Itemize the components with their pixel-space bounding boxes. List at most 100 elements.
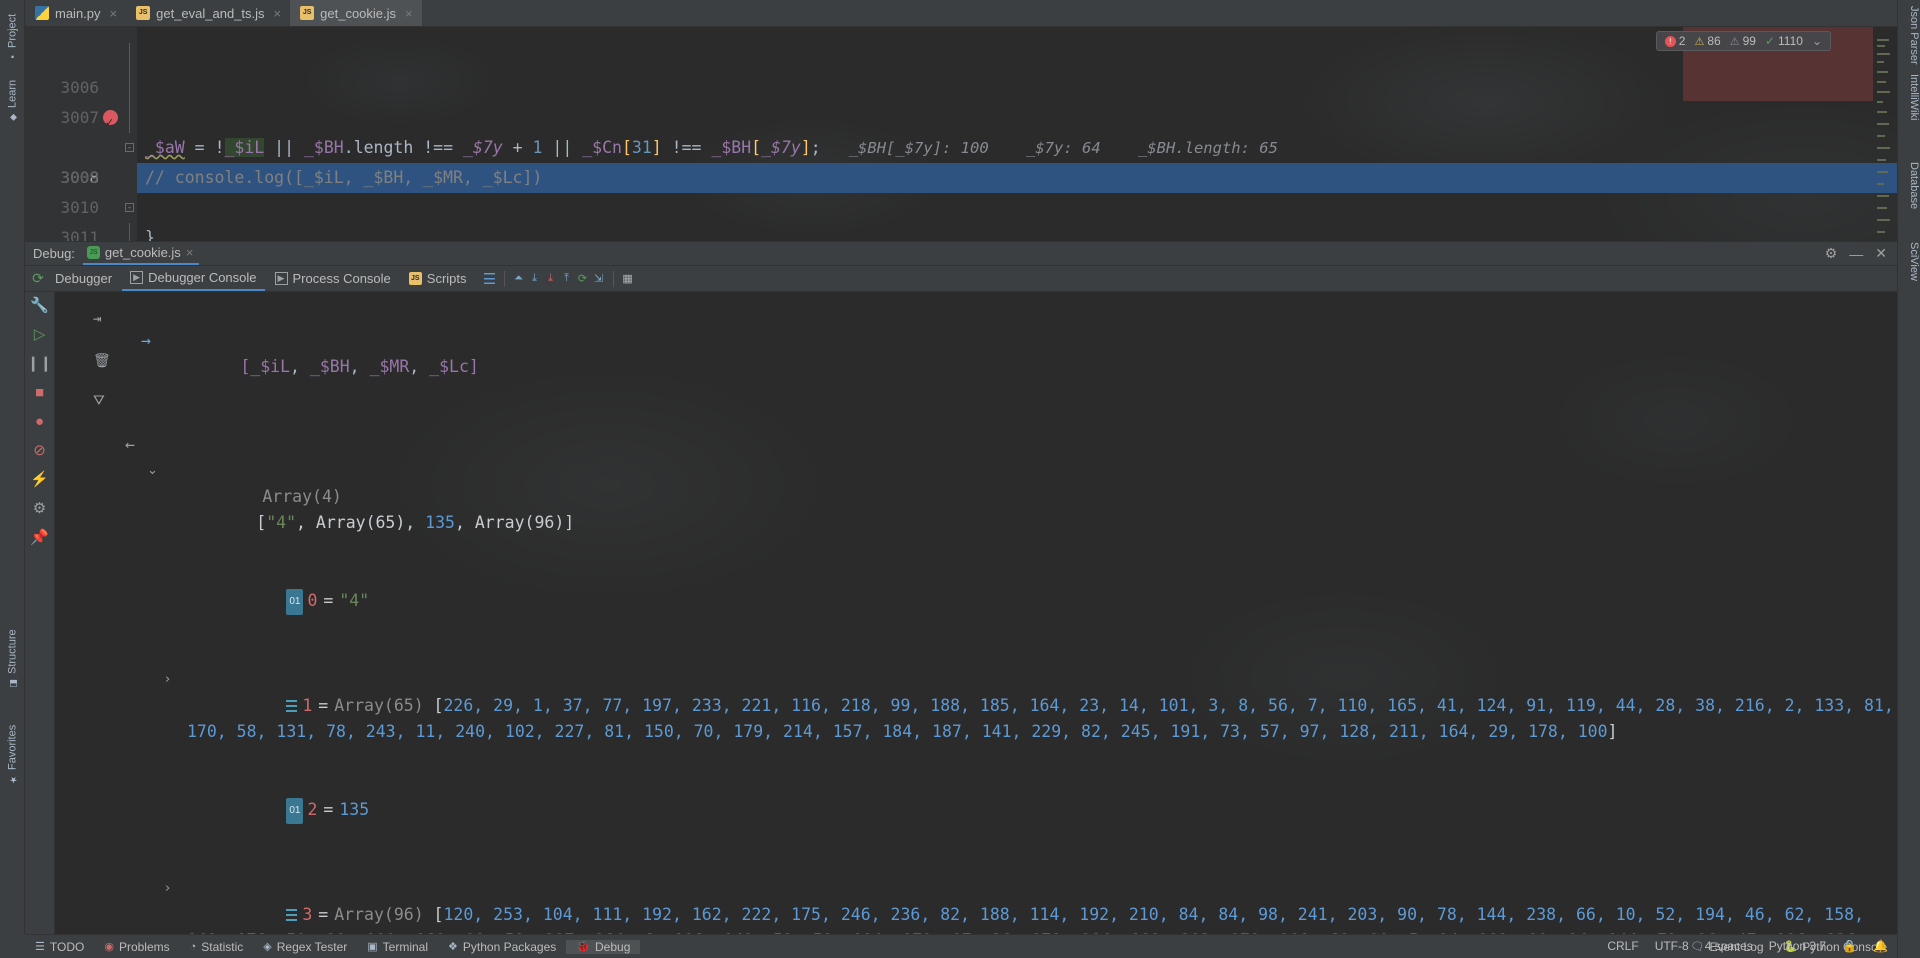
view-breakpoints-icon[interactable]: ● [35, 414, 44, 429]
status-item-python-packages[interactable]: ❖ Python Packages [438, 940, 566, 954]
close-icon[interactable]: × [274, 6, 282, 21]
step-into-icon[interactable]: ⤓ [528, 272, 542, 286]
status-label: Statistic [201, 939, 244, 954]
fold-expand-icon[interactable]: - [125, 203, 134, 212]
inspection-weak-warnings[interactable]: ⚠ 99 [1730, 34, 1756, 48]
gear-icon[interactable]: ⚙ [1825, 245, 1838, 262]
status-item-todo[interactable]: ☰ TODO [25, 940, 94, 954]
lock-icon[interactable]: 🔒 [1842, 939, 1857, 953]
close-icon[interactable]: × [110, 6, 118, 21]
status-item-statistic[interactable]: ◔ Statistic [180, 940, 254, 954]
debugger-console-output[interactable]: ⇥ 🗑 ⛛ → [_$iL, _$BH, _$MR, _$Lc] ← ⌄ Arr… [55, 292, 1897, 934]
minimize-icon[interactable]: — [1849, 246, 1863, 262]
sidebar-item-learn[interactable]: ◆ Learn [0, 66, 25, 124]
sidebar-item-intelliwiki[interactable]: IntelliWiki [1897, 72, 1920, 122]
rail-bottom-filler [0, 934, 25, 958]
console-entry-2[interactable]: 01 2 = 135 [55, 771, 1897, 850]
debug-panel-label: Debug: [33, 246, 75, 261]
code-editor[interactable]: RUSSIA 3005 _$Cn = _$Ha[_$PV[7]](_$7y, 2… [25, 27, 1897, 241]
js-file-icon: JS [408, 272, 422, 285]
console-entry-0[interactable]: 01 0 = "4" [55, 562, 1897, 641]
code-line-3011[interactable]: 3011 - function _$Hn136(_$Cn, _$QE){ [25, 193, 1897, 241]
sidebar-item-label: Project [6, 13, 19, 48]
chevron-right-icon[interactable]: › [165, 667, 170, 693]
console-output-arrow-row: ← [55, 406, 1897, 454]
editor-tab-main-py[interactable]: main.py × [25, 0, 126, 26]
run-to-cursor-icon[interactable]: ⟳ [576, 272, 590, 286]
tab-label: Process Console [292, 271, 391, 286]
debug-session-label: get_cookie.js [104, 245, 181, 260]
typo-icon: ✓ [1764, 34, 1776, 48]
code-line-3007[interactable]: 3007 // console.log([_$iL, _$BH, _$MR, _… [25, 73, 1897, 187]
status-item-debug[interactable]: 🐞 Debug [566, 939, 641, 954]
close-icon[interactable]: × [405, 6, 413, 21]
stop-icon[interactable]: ■ [35, 385, 44, 400]
editor-tab-get-eval-and-ts-js[interactable]: JS get_eval_and_ts.js × [126, 0, 290, 26]
code-line-3006[interactable]: 3006 _$aW = !_$iL || _$BH.length !== _$7… [25, 43, 1897, 157]
chevron-right-icon[interactable]: › [165, 876, 170, 902]
chevron-down-icon[interactable]: ⌄ [1812, 34, 1822, 48]
editor-tab-get-cookie-js[interactable]: JS get_cookie.js × [290, 0, 422, 26]
sidebar-item-database[interactable]: Database [1897, 160, 1920, 211]
tab-scripts[interactable]: JS Scripts [401, 267, 475, 290]
code-line-partial: 3005 _$Cn = _$Ha[_$PV[7]](_$7y, 2); [25, 27, 1897, 43]
sidebar-item-sciview[interactable]: SciView [1897, 240, 1920, 283]
status-label: Terminal [382, 939, 429, 954]
force-step-into-icon[interactable]: ⤓ [544, 272, 558, 286]
encoding-indicator[interactable]: UTF-8 [1655, 939, 1689, 953]
status-item-problems[interactable]: ◉ Problems [94, 940, 179, 954]
code-line-3008[interactable]: 3008 return [_$iL, _$BH, _$MR, _$Lc] _$M… [25, 103, 1897, 193]
console-entry-3[interactable]: › 3 = Array(96) [120, 253, 104, 111, 192, … [55, 850, 1897, 934]
sidebar-item-structure[interactable]: ⬓ Structure [0, 610, 25, 690]
inspection-widget[interactable]: ! 2 ⚠ 86 ⚠ 99 ✓ 1110 ⌄ [1655, 31, 1831, 51]
tab-debugger-console[interactable]: ▶ Debugger Console [122, 266, 265, 291]
debug-toolbar: ⟳ Debugger ▶ Debugger Console ▶ Process … [25, 266, 1897, 292]
pause-icon[interactable]: ❙❙ [27, 356, 52, 371]
line-number: 3006 [60, 78, 99, 97]
inspection-errors[interactable]: ! 2 [1664, 34, 1685, 48]
status-label: Debug [595, 939, 631, 954]
regex-icon: ◈ [263, 941, 272, 953]
sidebar-item-json-parser[interactable]: Json Parser [1897, 4, 1920, 67]
close-icon[interactable]: × [186, 245, 194, 260]
evaluate-icon[interactable]: ▦ [621, 272, 635, 286]
entry-type: Array(96) [334, 905, 424, 924]
console-result-root[interactable]: ⌄ Array(4) ["4", Array(65), 135, Array(9… [55, 432, 1897, 562]
chevron-down-icon[interactable]: ⌄ [147, 458, 158, 484]
settings-icon[interactable]: 🔧 [30, 298, 49, 313]
fold-collapse-icon[interactable]: - [125, 143, 134, 152]
breakpoint-icon[interactable] [103, 108, 118, 138]
status-item-terminal[interactable]: ▣ Terminal [357, 940, 438, 954]
debug-session-tab[interactable]: JS get_cookie.js × [82, 242, 200, 265]
debug-side-rail: 🔧 ▷ ❙❙ ■ ● ⊘ ⚡ ⚙ 📌 [25, 292, 55, 934]
close-icon[interactable]: ✕ [1875, 245, 1887, 262]
trash-icon[interactable]: 🗑 [93, 348, 111, 374]
inspection-typos[interactable]: ✓ 1110 [1765, 34, 1803, 48]
resume-icon[interactable]: ▷ [34, 327, 46, 342]
status-item-regex-tester[interactable]: ◈ Regex Tester [253, 940, 357, 954]
todo-icon: ☰ [35, 941, 45, 953]
line-separator-indicator[interactable]: CRLF [1607, 939, 1638, 953]
console-entry-1[interactable]: › 1 = Array(65) [226, 29, 1, 37, 77, 197, … [55, 641, 1897, 771]
pin-icon[interactable]: 📌 [30, 530, 49, 545]
code-line-3012[interactable]: 3012 _$QE = _$Ha[_$PV[6]](_$QE, ','); [25, 223, 1897, 241]
step-over-icon[interactable]: ⏶ [512, 272, 526, 286]
indent-indicator[interactable]: 4 spaces [1705, 939, 1753, 953]
sidebar-item-project[interactable]: ▪ Project [0, 2, 25, 64]
gear-icon[interactable]: ⚙ [33, 501, 46, 516]
drop-frame-icon[interactable]: ⇲ [592, 272, 606, 286]
soft-wrap-icon[interactable]: ⇥ [93, 306, 101, 332]
bell-icon[interactable]: 🔔 [1873, 939, 1888, 953]
evaluate-expression-icon[interactable]: ⚡ [30, 472, 49, 487]
interpreter-indicator[interactable]: Python 3.7 [1769, 939, 1826, 953]
inspection-warnings[interactable]: ⚠ 86 [1694, 34, 1720, 48]
editor-minimap[interactable] [1877, 31, 1891, 237]
filter-icon[interactable]: ⛛ [93, 388, 105, 414]
rerun-icon[interactable]: ⟳ [31, 270, 45, 286]
step-out-icon[interactable]: ⤒ [560, 272, 574, 286]
tab-debugger[interactable]: Debugger [47, 267, 120, 290]
mute-breakpoints-icon[interactable]: ⊘ [33, 443, 46, 458]
lines-icon[interactable]: ☰ [483, 271, 497, 288]
tab-process-console[interactable]: ▶ Process Console [267, 267, 399, 290]
sidebar-item-favorites[interactable]: ★ Favorites [0, 700, 25, 786]
